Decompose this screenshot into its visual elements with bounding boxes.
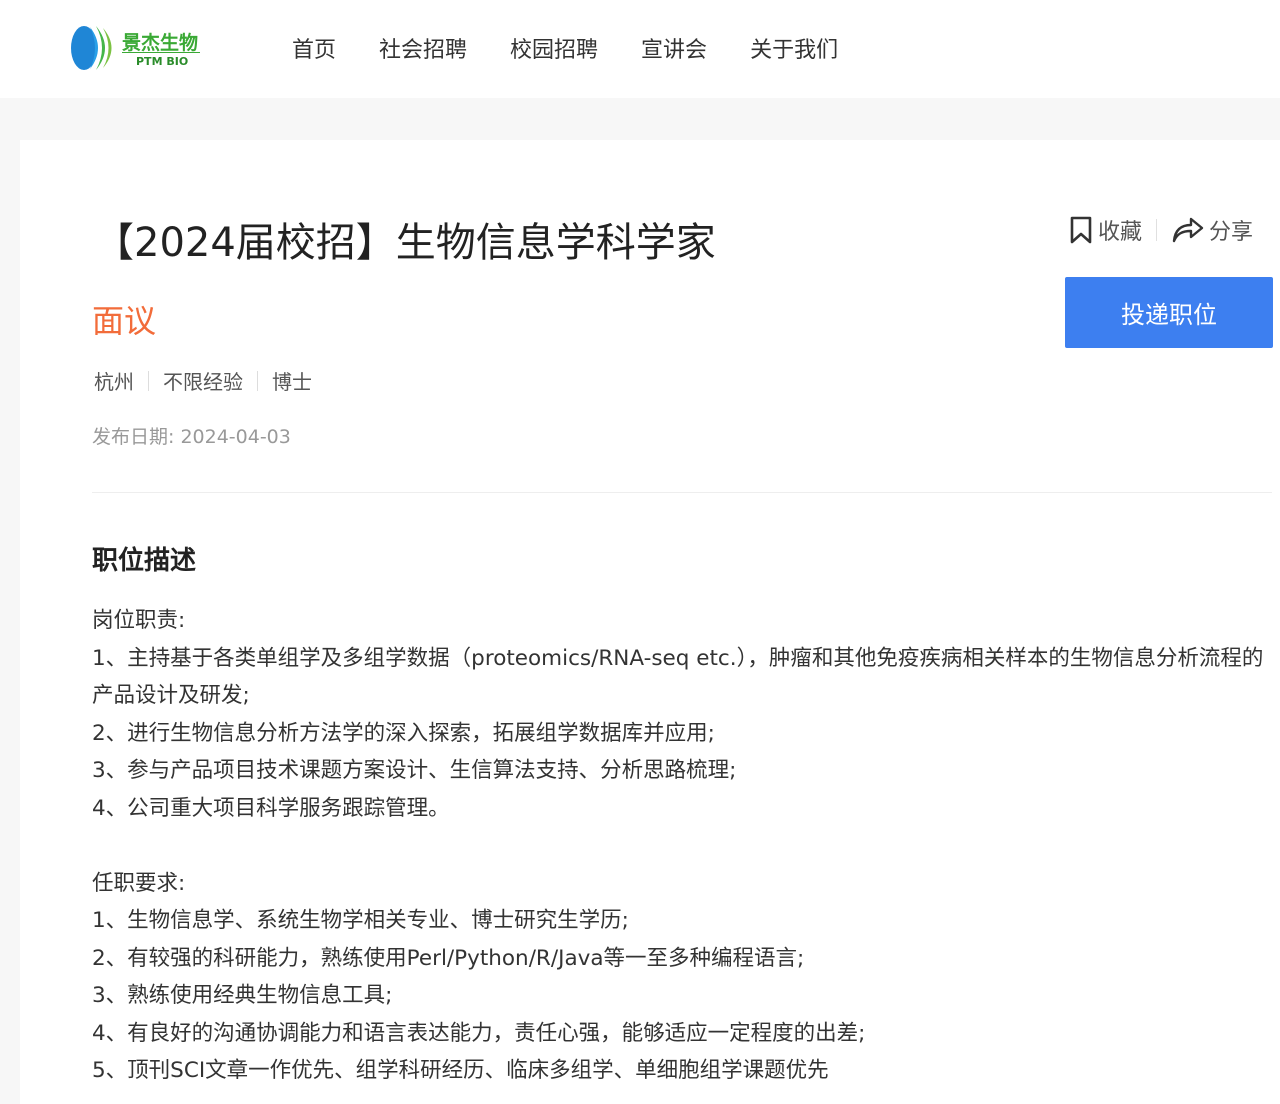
duties-heading: 岗位职责: <box>92 608 186 633</box>
share-label: 分享 <box>1209 220 1254 245</box>
favorite-button[interactable]: 收藏 <box>1068 214 1142 246</box>
logo-icon <box>71 26 112 70</box>
bookmark-icon <box>1070 216 1092 244</box>
main-nav: 首页 社会招聘 校园招聘 宣讲会 关于我们 <box>292 32 881 64</box>
requirement-item: 2、有较强的科研能力，熟练使用Perl/Python/R/Java等一至多种编程… <box>92 945 805 971</box>
job-tags: 杭州 不限经验 博士 <box>94 366 326 395</box>
duty-item: 1、主持基于各类单组学及多组学数据（proteomics/RNA-seq etc… <box>92 645 1264 709</box>
duty-item: 4、公司重大项目科学服务跟踪管理。 <box>92 795 450 821</box>
job-title: 【2024届校招】生物信息学科学家 <box>94 220 716 266</box>
job-actions: 收藏 分享 <box>1068 214 1253 246</box>
section-divider <box>92 492 1272 493</box>
job-description-title: 职位描述 <box>92 546 197 576</box>
requirement-item: 3、熟练使用经典生物信息工具; <box>92 983 393 1008</box>
share-button[interactable]: 分享 <box>1171 214 1253 246</box>
tag-experience: 不限经验 <box>163 370 243 394</box>
duty-item: 2、进行生物信息分析方法学的深入探索，拓展组学数据库并应用; <box>92 720 715 746</box>
post-date: 发布日期: 2024-04-03 <box>92 426 291 448</box>
nav-about-us[interactable]: 关于我们 <box>750 32 838 64</box>
nav-social-recruitment[interactable]: 社会招聘 <box>379 32 467 64</box>
requirement-item: 5、顶刊SCI文章一作优先、组学科研经历、临床多组学、单细胞组学课题优先 <box>92 1058 829 1083</box>
requirement-item: 4、有良好的沟通协调能力和语言表达能力，责任心强，能够适应一定程度的出差; <box>92 1020 866 1046</box>
company-logo[interactable]: 景杰生物 PTM BIO <box>68 22 208 76</box>
tag-education: 博士 <box>272 370 312 394</box>
share-icon <box>1172 217 1204 243</box>
requirement-item: 1、生物信息学、系统生物学相关专业、博士研究生学历; <box>92 908 629 933</box>
nav-home[interactable]: 首页 <box>292 32 336 64</box>
apply-job-button[interactable]: 投递职位 <box>1065 277 1273 348</box>
logo-underline <box>122 52 200 53</box>
favorite-label: 收藏 <box>1098 220 1143 245</box>
job-description: 岗位职责: 1、主持基于各类单组学及多组学数据（proteomics/RNA-s… <box>92 602 1272 1090</box>
site-header: 景杰生物 PTM BIO 首页 社会招聘 校园招聘 宣讲会 关于我们 <box>0 0 1280 98</box>
duty-item: 3、参与产品项目技术课题方案设计、生信算法支持、分析思路梳理; <box>92 758 737 783</box>
nav-campus-recruitment[interactable]: 校园招聘 <box>510 32 598 64</box>
logo-chinese-name: 景杰生物 <box>122 32 199 54</box>
action-divider <box>1156 219 1158 241</box>
salary: 面议 <box>92 302 157 340</box>
nav-presentations[interactable]: 宣讲会 <box>641 32 707 64</box>
logo-english-name: PTM BIO <box>136 55 189 68</box>
tag-location: 杭州 <box>94 370 134 394</box>
requirements-heading: 任职要求: <box>92 870 186 896</box>
